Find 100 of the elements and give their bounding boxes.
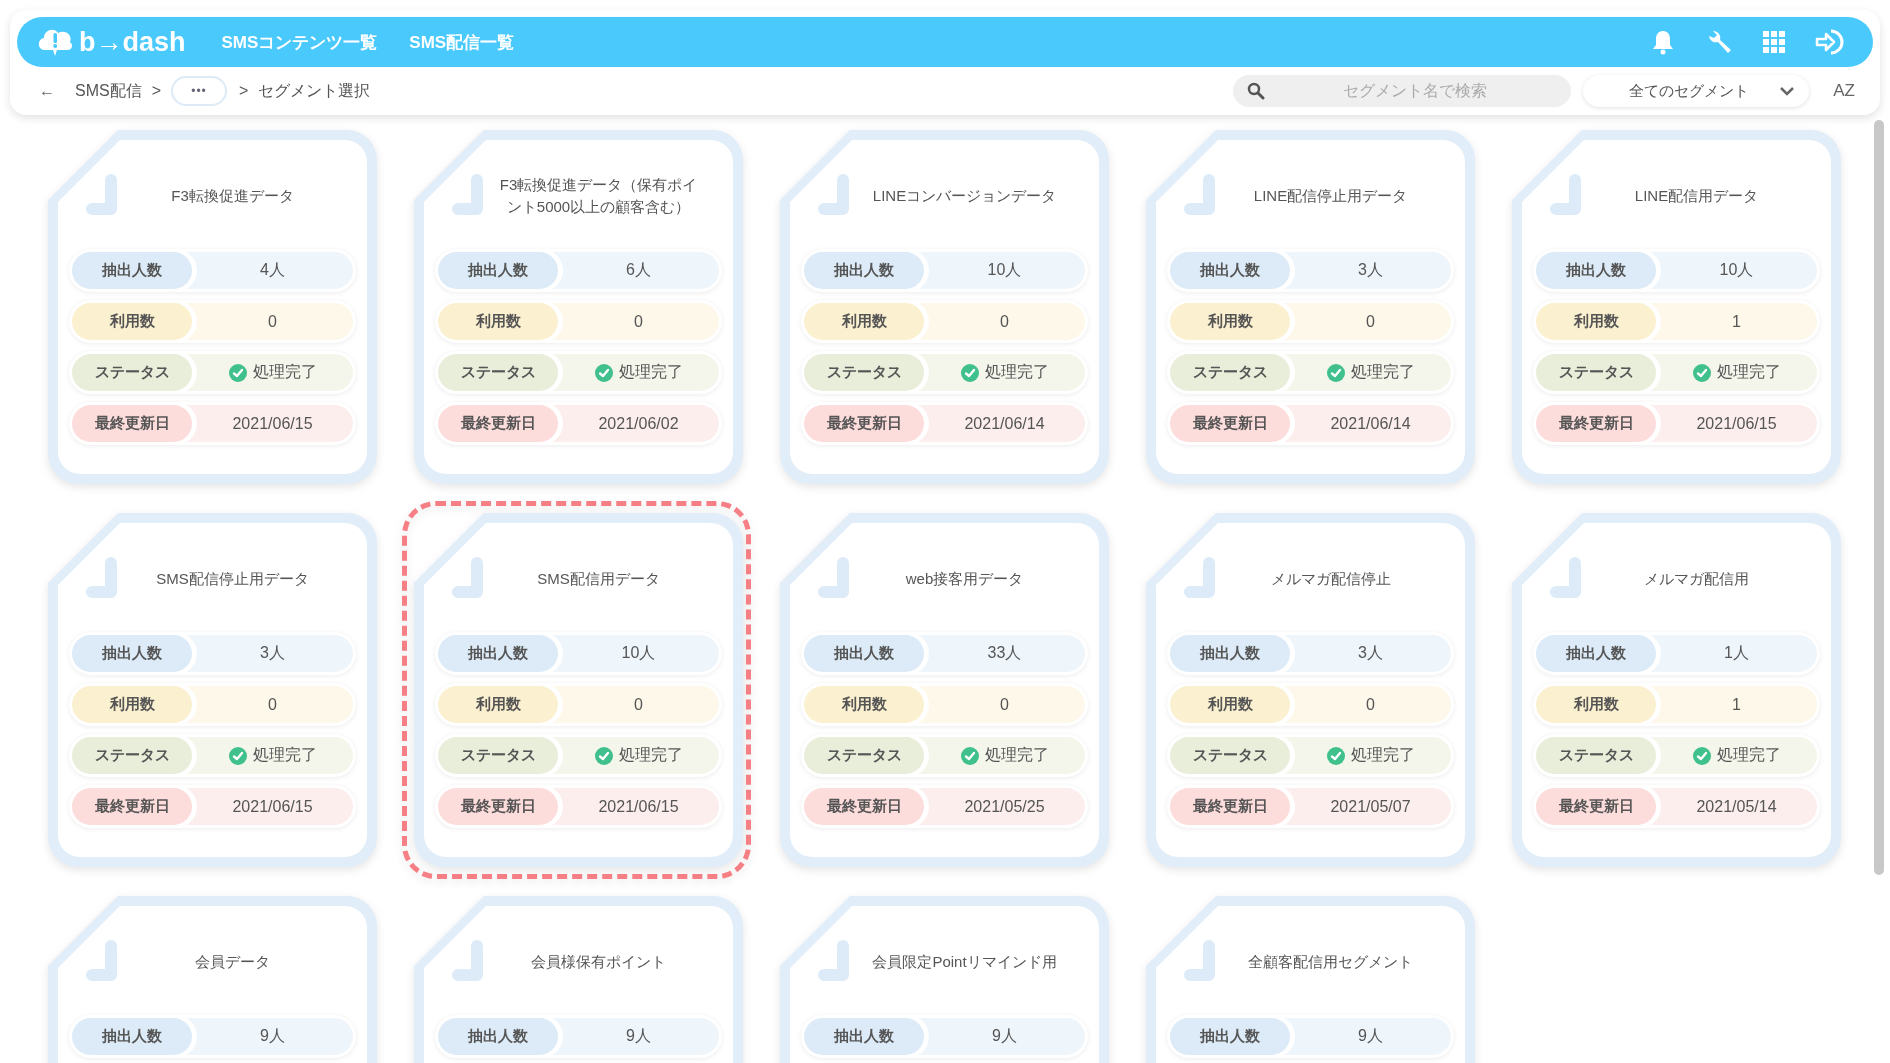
row-value: 2021/06/15 <box>1696 414 1777 433</box>
scrollbar[interactable] <box>1874 120 1884 875</box>
row-value: 9人 <box>1358 1026 1383 1046</box>
card-title: 会員限定Pointリマインド用 <box>872 952 1057 972</box>
row-value: 2021/06/02 <box>598 414 679 433</box>
segment-card[interactable]: LINE配信停止用データ 抽出人数 3人 利用数 0 ステータス 処理完了 最終更新日 2021/06/14 <box>1146 130 1475 484</box>
segment-card[interactable]: F3転換促進データ 抽出人数 4人 利用数 0 ステータス 処理完了 最終更新日 2021/06/15 <box>48 130 377 484</box>
row-value: 2021/06/15 <box>232 414 313 433</box>
segment-dropdown[interactable]: 全てのセグメント <box>1583 75 1810 107</box>
row-value: 4人 <box>260 260 285 280</box>
row-value: 10人 <box>621 643 656 663</box>
breadcrumb-link[interactable]: SMS配信 <box>75 80 142 102</box>
row-value: 2021/06/15 <box>598 797 679 816</box>
check-circle-icon <box>594 746 613 765</box>
check-circle-icon <box>1692 746 1711 765</box>
row-value: 0 <box>1366 695 1375 714</box>
card-title: SMS配信用データ <box>537 569 660 589</box>
segment-card[interactable]: 会員様保有ポイント 抽出人数 9人 <box>414 896 743 1063</box>
check-circle-icon <box>960 363 979 382</box>
card-title: F3転換促進データ（保有ポイント5000以上の顧客含む） <box>498 175 699 217</box>
row-value: 1 <box>1732 312 1741 331</box>
row-value: 2021/05/07 <box>1330 797 1411 816</box>
corner-fold-icon <box>818 557 850 601</box>
search-field[interactable]: セグメント名で検索 <box>1233 75 1572 107</box>
card-title: メルマガ配信停止 <box>1270 569 1391 589</box>
search-icon <box>1247 82 1266 100</box>
segment-card[interactable]: SMS配信用データ 抽出人数 10人 利用数 0 ステータス 処理完了 最終更新日 2021/06/15 <box>414 513 743 867</box>
corner-fold-icon <box>1550 174 1582 218</box>
corner-fold-icon <box>1184 940 1216 984</box>
sort-button[interactable]: AZ <box>1827 81 1861 101</box>
corner-fold-icon <box>452 940 484 984</box>
row-value: 処理完了 <box>984 362 1049 382</box>
row-value: 0 <box>1000 695 1009 714</box>
row-value: 9人 <box>626 1026 651 1046</box>
row-value: 処理完了 <box>1350 745 1415 765</box>
segment-card[interactable]: LINE配信用データ 抽出人数 10人 利用数 1 ステータス 処理完了 最終更新日 2021/06/15 <box>1512 130 1841 484</box>
row-value: 33人 <box>987 643 1022 663</box>
check-circle-icon <box>1326 363 1345 382</box>
row-value: 0 <box>634 695 643 714</box>
row-value: 3人 <box>1358 260 1383 280</box>
row-value: 0 <box>634 312 643 331</box>
row-value: 処理完了 <box>984 745 1049 765</box>
segment-card[interactable]: SMS配信停止用データ 抽出人数 3人 利用数 0 ステータス 処理完了 最終更新日 2021/06/15 <box>48 513 377 867</box>
row-value: 0 <box>268 695 277 714</box>
row-value: 処理完了 <box>618 745 683 765</box>
card-title: web接客用データ <box>905 569 1024 589</box>
card-title: メルマガ配信用 <box>1644 569 1749 589</box>
row-value: 処理完了 <box>1716 362 1781 382</box>
segment-card[interactable]: 会員限定Pointリマインド用 抽出人数 9人 <box>780 896 1109 1063</box>
row-value: 0 <box>1366 312 1375 331</box>
breadcrumb-separator: > <box>239 82 249 100</box>
segment-card[interactable]: 全顧客配信用セグメント 抽出人数 9人 <box>1146 896 1475 1063</box>
chevron-down-icon <box>1779 86 1796 96</box>
card-title: LINE配信用データ <box>1634 186 1759 206</box>
segment-card[interactable]: 会員データ 抽出人数 9人 <box>48 896 377 1063</box>
corner-fold-icon <box>86 557 118 601</box>
grid-icon[interactable] <box>1763 31 1785 53</box>
card-title: 会員様保有ポイント <box>531 952 666 972</box>
segment-card[interactable]: LINEコンバージョンデータ 抽出人数 10人 利用数 0 ステータス 処理完了 最終更新日 2021/06/14 <box>780 130 1109 484</box>
back-arrow[interactable]: ← <box>39 82 55 100</box>
corner-fold-icon <box>452 557 484 601</box>
segment-card[interactable]: メルマガ配信用 抽出人数 1人 利用数 1 ステータス 処理完了 最終更新日 2021/05/14 <box>1512 513 1841 867</box>
segment-card[interactable]: web接客用データ 抽出人数 33人 利用数 0 ステータス 処理完了 最終更新日 2021/05/25 <box>780 513 1109 867</box>
more-button[interactable]: ••• <box>171 76 227 106</box>
row-value: 0 <box>268 312 277 331</box>
row-value: 1人 <box>1724 643 1749 663</box>
row-value: 6人 <box>626 260 651 280</box>
corner-fold-icon <box>818 940 850 984</box>
row-value: 処理完了 <box>252 745 317 765</box>
corner-fold-icon <box>452 174 484 218</box>
corner-fold-icon <box>1184 557 1216 601</box>
check-circle-icon <box>1326 746 1345 765</box>
row-value: 3人 <box>260 643 285 663</box>
segment-card[interactable]: メルマガ配信停止 抽出人数 3人 利用数 0 ステータス 処理完了 最終更新日 2021/05/07 <box>1146 513 1475 867</box>
row-value: 9人 <box>260 1026 285 1046</box>
check-circle-icon <box>228 363 247 382</box>
corner-fold-icon <box>1184 174 1216 218</box>
corner-fold-icon <box>86 174 118 218</box>
card-title: 全顧客配信用セグメント <box>1248 952 1413 972</box>
card-title: LINEコンバージョンデータ <box>872 186 1057 206</box>
row-value: 2021/05/25 <box>964 797 1045 816</box>
row-value: 2021/06/14 <box>1330 414 1411 433</box>
check-circle-icon <box>228 746 247 765</box>
row-value: 2021/06/15 <box>232 797 313 816</box>
breadcrumb-current: セグメント選択 <box>258 80 371 101</box>
row-value: 処理完了 <box>252 362 317 382</box>
card-title: 会員データ <box>195 952 270 972</box>
row-value: 2021/05/14 <box>1696 797 1777 816</box>
bell-icon[interactable] <box>1651 29 1675 55</box>
row-value: 2021/06/14 <box>964 414 1045 433</box>
row-value: 9人 <box>992 1026 1017 1046</box>
check-circle-icon <box>960 746 979 765</box>
row-value: 0 <box>1000 312 1009 331</box>
row-value: 処理完了 <box>618 362 683 382</box>
corner-fold-icon <box>1550 557 1582 601</box>
corner-fold-icon <box>818 174 850 218</box>
segment-card[interactable]: F3転換促進データ（保有ポイント5000以上の顧客含む） 抽出人数 6人 利用数 0 ステータス 処理完了 最終更新日 2021/06/02 <box>414 130 743 484</box>
row-value: 3人 <box>1358 643 1383 663</box>
card-title: F3転換促進データ <box>171 186 294 206</box>
row-value: 10人 <box>1719 260 1754 280</box>
